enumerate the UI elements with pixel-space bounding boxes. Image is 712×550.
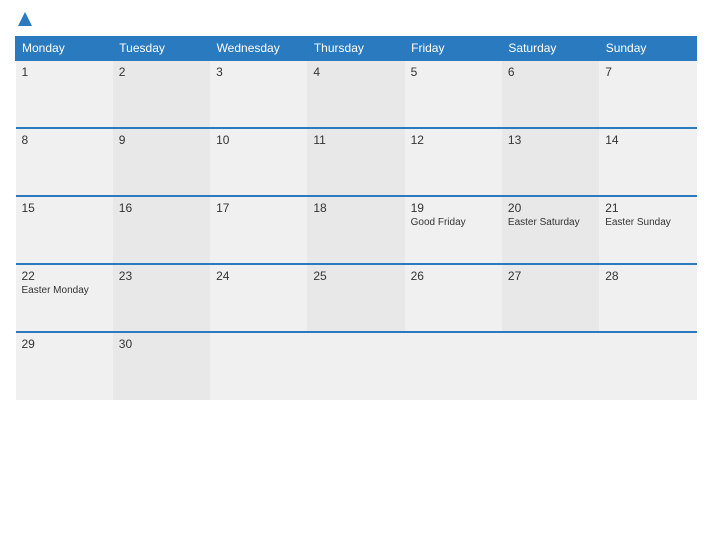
day-number: 17 [216, 201, 301, 215]
day-number: 10 [216, 133, 301, 147]
day-number: 2 [119, 65, 204, 79]
calendar-cell: 16 [113, 196, 210, 264]
weekday-header: Wednesday [210, 37, 307, 61]
calendar-cell: 18 [307, 196, 404, 264]
calendar-week-row: 29 30 [16, 332, 697, 400]
day-number: 25 [313, 269, 398, 283]
holiday-name: Easter Sunday [605, 217, 690, 229]
calendar-header: MondayTuesdayWednesdayThursdayFridaySatu… [16, 37, 697, 61]
calendar-cell: 3 [210, 60, 307, 128]
calendar-cell: 7 [599, 60, 696, 128]
calendar-cell: 25 [307, 264, 404, 332]
weekday-header: Sunday [599, 37, 696, 61]
weekday-header: Saturday [502, 37, 599, 61]
day-number: 7 [605, 65, 690, 79]
day-number: 13 [508, 133, 593, 147]
holiday-name: Good Friday [411, 217, 496, 229]
calendar-cell: 22 Easter Monday [16, 264, 113, 332]
header [15, 10, 697, 28]
day-number: 20 [508, 201, 593, 215]
calendar-cell: 10 [210, 128, 307, 196]
calendar-cell: 2 [113, 60, 210, 128]
day-number: 16 [119, 201, 204, 215]
calendar-cell: 1 [16, 60, 113, 128]
day-number: 24 [216, 269, 301, 283]
day-number: 22 [22, 269, 107, 283]
holiday-name: Easter Saturday [508, 217, 593, 229]
day-number: 5 [411, 65, 496, 79]
day-number: 23 [119, 269, 204, 283]
day-number: 4 [313, 65, 398, 79]
day-number: 11 [313, 133, 398, 147]
calendar-week-row: 22 Easter Monday 23 24 25 26 27 28 [16, 264, 697, 332]
calendar-cell [405, 332, 502, 400]
calendar-cell: 11 [307, 128, 404, 196]
holiday-name: Easter Monday [22, 285, 107, 297]
day-number: 1 [22, 65, 107, 79]
day-number: 19 [411, 201, 496, 215]
calendar-cell [599, 332, 696, 400]
day-number: 18 [313, 201, 398, 215]
calendar-cell: 5 [405, 60, 502, 128]
weekday-header: Tuesday [113, 37, 210, 61]
day-number: 9 [119, 133, 204, 147]
logo [15, 10, 35, 28]
calendar-body: 12345678910111213141516171819Good Friday… [16, 60, 697, 400]
calendar-cell: 23 [113, 264, 210, 332]
calendar-cell: 28 [599, 264, 696, 332]
calendar-cell: 24 [210, 264, 307, 332]
calendar-cell: 26 [405, 264, 502, 332]
day-number: 27 [508, 269, 593, 283]
day-number: 12 [411, 133, 496, 147]
calendar-cell [210, 332, 307, 400]
calendar-cell: 15 [16, 196, 113, 264]
calendar-table: MondayTuesdayWednesdayThursdayFridaySatu… [15, 36, 697, 400]
day-number: 30 [119, 337, 204, 351]
weekday-row: MondayTuesdayWednesdayThursdayFridaySatu… [16, 37, 697, 61]
calendar-week-row: 1234567 [16, 60, 697, 128]
calendar-page: MondayTuesdayWednesdayThursdayFridaySatu… [0, 0, 712, 550]
day-number: 26 [411, 269, 496, 283]
weekday-header: Monday [16, 37, 113, 61]
day-number: 8 [22, 133, 107, 147]
day-number: 6 [508, 65, 593, 79]
calendar-cell: 19 Good Friday [405, 196, 502, 264]
calendar-cell: 27 [502, 264, 599, 332]
day-number: 29 [22, 337, 107, 351]
calendar-cell: 8 [16, 128, 113, 196]
calendar-cell: 14 [599, 128, 696, 196]
calendar-cell: 21 Easter Sunday [599, 196, 696, 264]
calendar-cell: 9 [113, 128, 210, 196]
day-number: 3 [216, 65, 301, 79]
day-number: 21 [605, 201, 690, 215]
day-number: 15 [22, 201, 107, 215]
calendar-cell [502, 332, 599, 400]
calendar-cell: 12 [405, 128, 502, 196]
calendar-cell: 6 [502, 60, 599, 128]
day-number: 28 [605, 269, 690, 283]
day-number: 14 [605, 133, 690, 147]
calendar-cell: 30 [113, 332, 210, 400]
calendar-cell: 17 [210, 196, 307, 264]
calendar-cell: 20 Easter Saturday [502, 196, 599, 264]
weekday-header: Thursday [307, 37, 404, 61]
calendar-week-row: 89 10 11 12 13 14 [16, 128, 697, 196]
logo-icon [16, 10, 34, 28]
calendar-cell: 13 [502, 128, 599, 196]
calendar-cell [307, 332, 404, 400]
weekday-header: Friday [405, 37, 502, 61]
calendar-cell: 29 [16, 332, 113, 400]
calendar-week-row: 15 16 17 18 19 Good Friday 20 Easter Saturday 21… [16, 196, 697, 264]
calendar-cell: 4 [307, 60, 404, 128]
